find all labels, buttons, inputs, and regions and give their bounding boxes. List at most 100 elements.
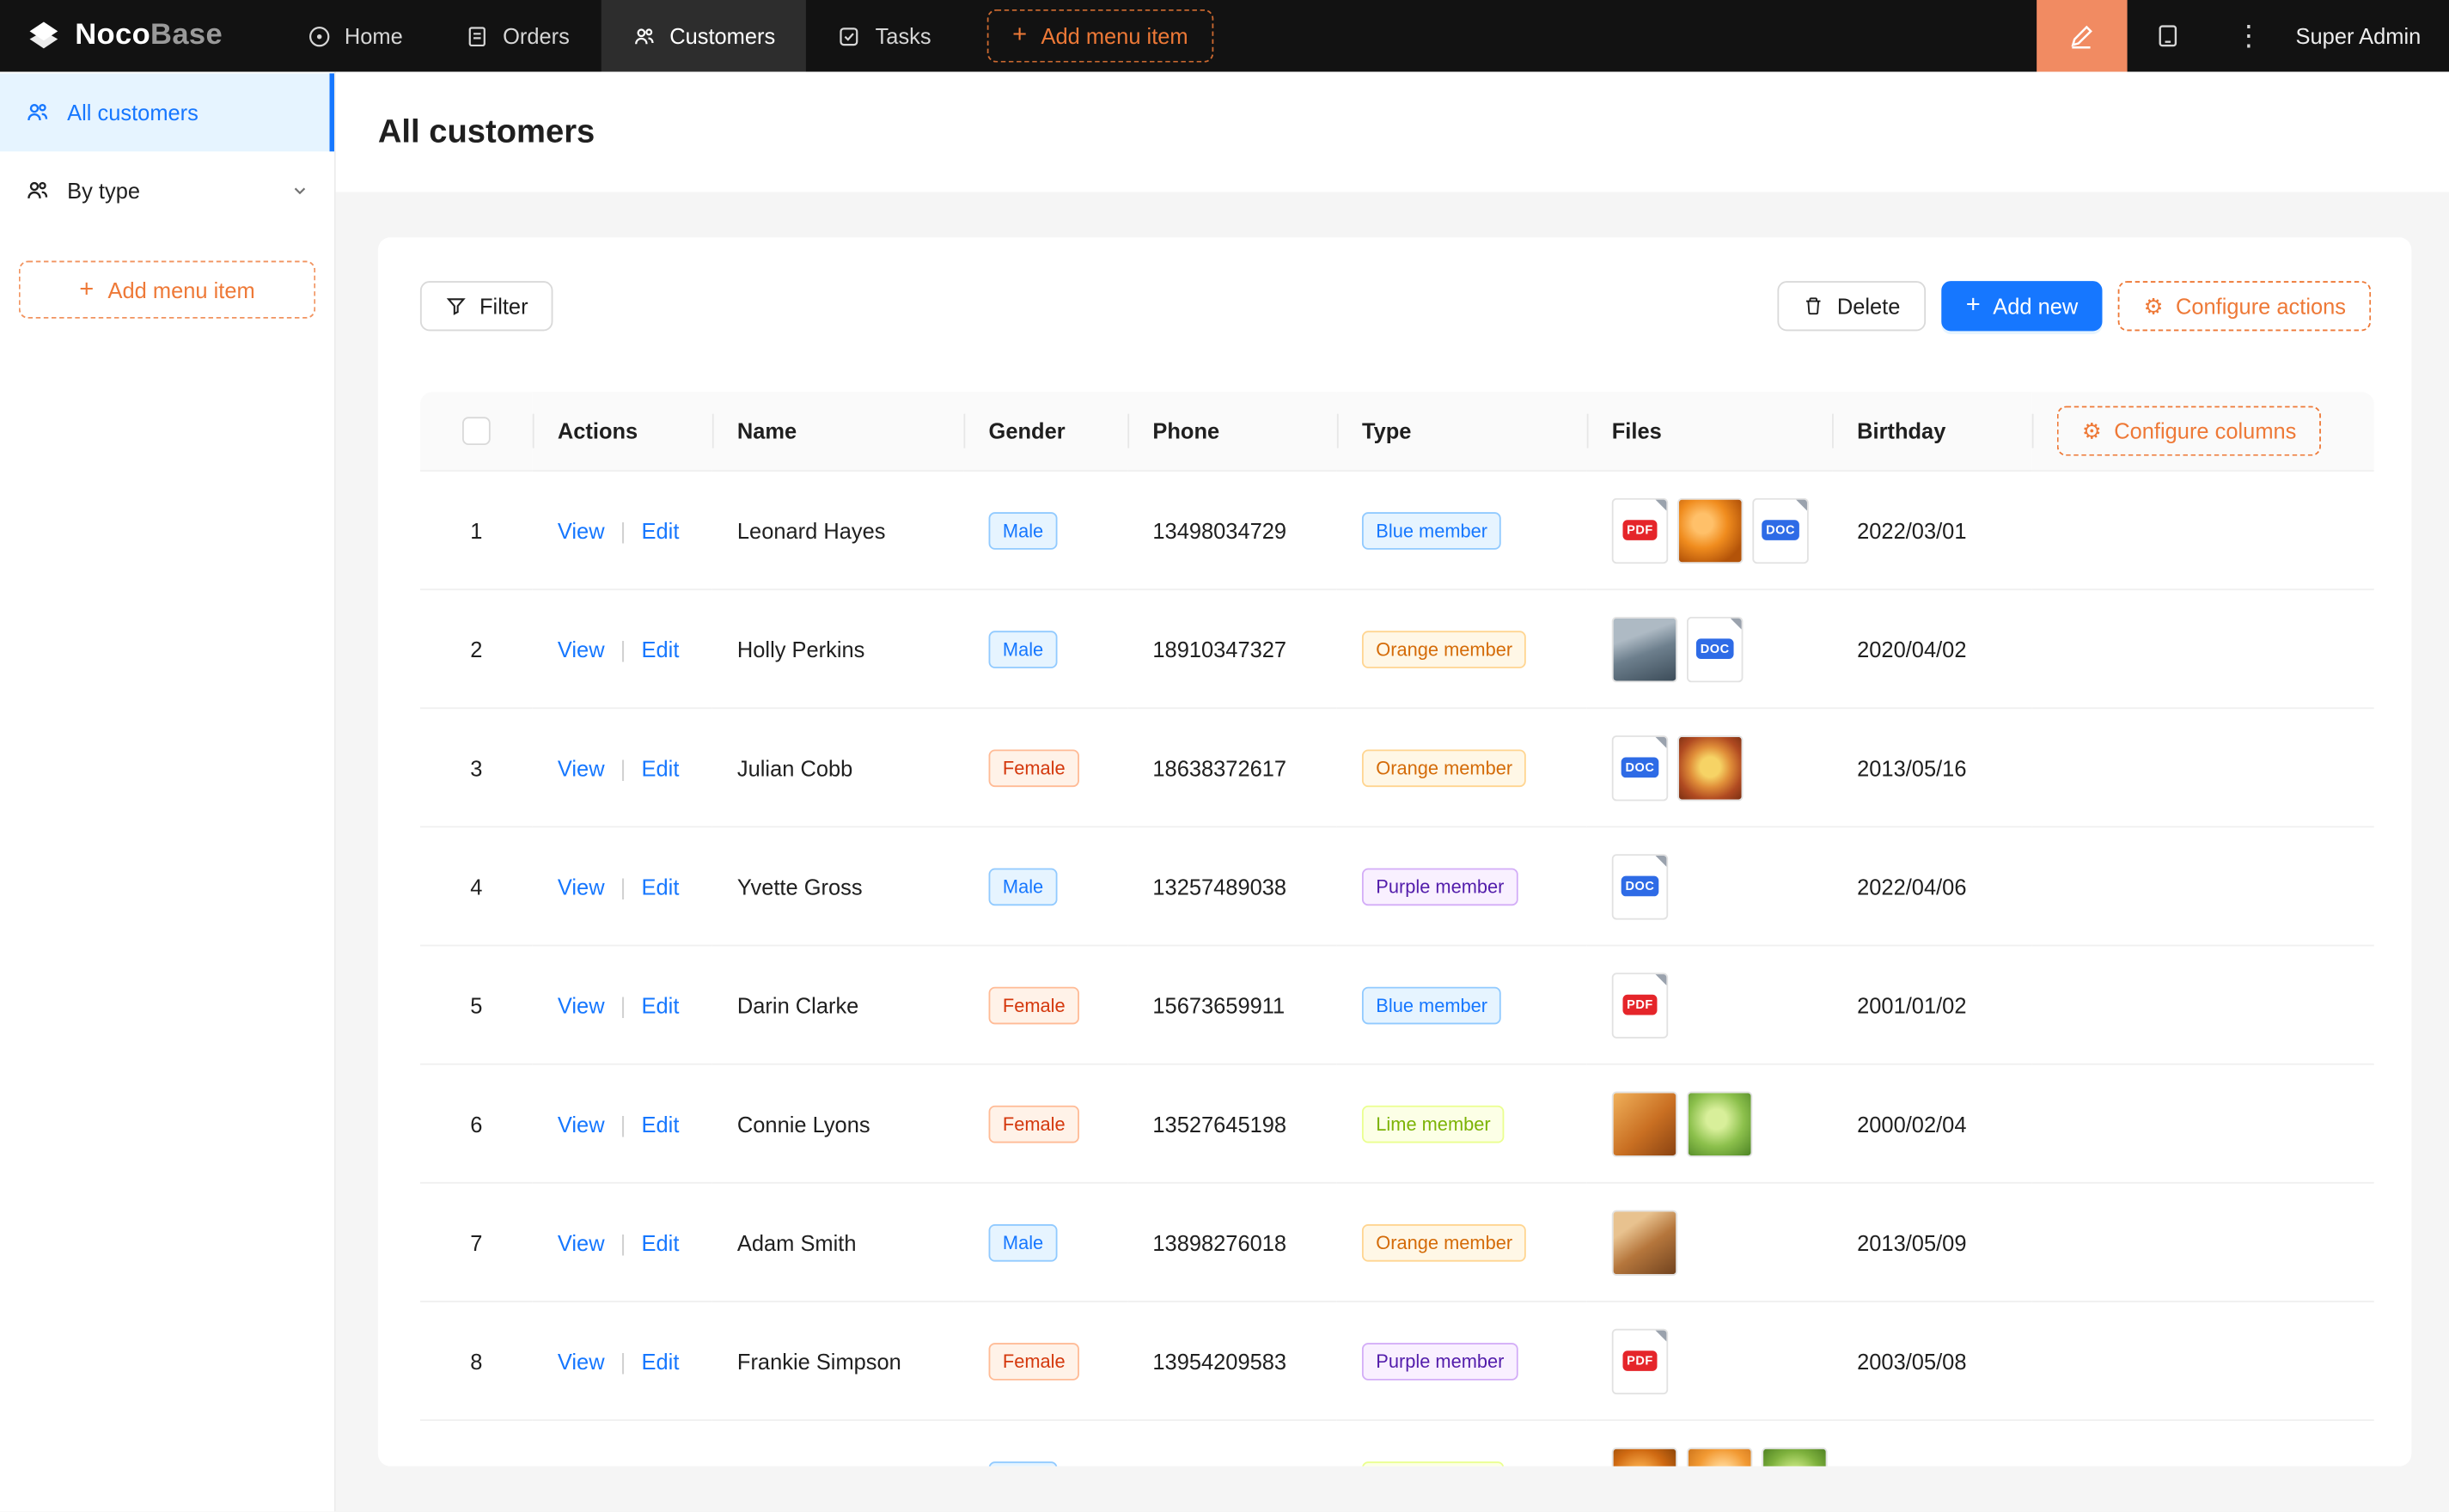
- add-menu-item-button[interactable]: + Add menu item: [987, 9, 1213, 63]
- customer-name: Julian Cobb: [737, 755, 852, 780]
- ui-editor-button[interactable]: [2037, 0, 2127, 72]
- doc-file-icon[interactable]: DOC: [1612, 853, 1668, 918]
- name-cell: Adam Smith: [712, 1184, 964, 1302]
- file-list: PDF DOC: [1612, 497, 1807, 563]
- content-card: Filter Delete + Add new ⚙ Co: [378, 237, 2412, 1466]
- row-index: 7: [470, 1229, 482, 1254]
- pdf-file-icon[interactable]: PDF: [1612, 972, 1668, 1037]
- page-fold-icon: [1656, 1328, 1669, 1341]
- row-index-cell: 5: [420, 946, 533, 1064]
- delete-label: Delete: [1837, 294, 1901, 319]
- image-thumbnail[interactable]: [1762, 1447, 1827, 1466]
- tablet-icon-button[interactable]: [2127, 0, 2208, 72]
- image-thumbnail[interactable]: [1612, 1447, 1677, 1466]
- image-thumbnail[interactable]: [1677, 735, 1743, 800]
- doc-file-icon[interactable]: DOC: [1612, 735, 1668, 800]
- configure-actions-button[interactable]: ⚙ Configure actions: [2119, 281, 2372, 331]
- sidebar-add-menu-item-button[interactable]: + Add menu item: [19, 261, 315, 319]
- file-badge: PDF: [1622, 1350, 1658, 1371]
- pdf-file-icon[interactable]: PDF: [1612, 1328, 1668, 1393]
- actions-cell: View|Edit: [533, 1421, 712, 1466]
- tablet-icon: [2155, 23, 2180, 48]
- sidebar-item-all-customers[interactable]: All customers: [0, 73, 334, 151]
- row-index: 3: [470, 755, 482, 780]
- image-thumbnail[interactable]: [1687, 1091, 1752, 1156]
- file-badge: PDF: [1622, 520, 1658, 540]
- birthday-cell: 2000/02/03: [1832, 1421, 2032, 1466]
- add-new-label: Add new: [1993, 294, 2078, 319]
- table-row: 9View|EditRoderick AndrewsMale1886509274…: [420, 1421, 2374, 1466]
- birthday: 2013/05/16: [1857, 755, 1966, 780]
- filter-funnel-icon: [445, 296, 467, 317]
- configure-columns-button[interactable]: ⚙ Configure columns: [2057, 406, 2322, 456]
- action-separator: |: [620, 518, 626, 543]
- nav-item-tasks[interactable]: Tasks: [807, 0, 962, 72]
- birthday-cell: 2013/05/16: [1832, 709, 2032, 827]
- actions-cell: View|Edit: [533, 1184, 712, 1302]
- image-thumbnail[interactable]: [1612, 1210, 1677, 1275]
- sidebar-item-label: By type: [67, 178, 140, 203]
- gender-tag: Male: [989, 868, 1058, 905]
- edit-link[interactable]: Edit: [642, 1229, 680, 1254]
- view-link[interactable]: View: [558, 1111, 605, 1136]
- gender-cell: Male: [963, 472, 1127, 590]
- gender-cell: Female: [963, 946, 1127, 1064]
- delete-button[interactable]: Delete: [1778, 281, 1926, 331]
- birthday-cell: 2003/05/08: [1832, 1302, 2032, 1421]
- column-header-phone: Phone: [1127, 392, 1337, 472]
- edit-link[interactable]: Edit: [642, 1111, 680, 1136]
- edit-link[interactable]: Edit: [642, 1348, 680, 1373]
- view-link[interactable]: View: [558, 992, 605, 1017]
- type-tag: Purple member: [1362, 1342, 1518, 1380]
- page-fold-icon: [1656, 853, 1669, 866]
- edit-link[interactable]: Edit: [642, 755, 680, 780]
- user-menu[interactable]: Super Admin: [2296, 23, 2422, 48]
- doc-file-icon[interactable]: DOC: [1752, 497, 1808, 563]
- gear-icon: ⚙: [2144, 296, 2164, 317]
- view-link[interactable]: View: [558, 874, 605, 899]
- actions-cell: View|Edit: [533, 1065, 712, 1184]
- nav-item-orders[interactable]: Orders: [434, 0, 601, 72]
- nav-item-label: Customers: [669, 23, 775, 48]
- page-header: All customers: [336, 72, 2449, 192]
- edit-link[interactable]: Edit: [642, 874, 680, 899]
- name-cell: Holly Perkins: [712, 590, 964, 709]
- table-toolbar: Filter Delete + Add new ⚙ Co: [420, 281, 2371, 331]
- image-thumbnail[interactable]: [1677, 497, 1743, 563]
- nocobase-logo[interactable]: NocoBase: [25, 17, 223, 55]
- customer-name: Holly Perkins: [737, 637, 865, 662]
- edit-link[interactable]: Edit: [642, 518, 680, 543]
- config-cell: [2032, 1065, 2374, 1184]
- config-cell: [2032, 472, 2374, 590]
- view-link[interactable]: View: [558, 755, 605, 780]
- more-menu-button[interactable]: ⋮: [2208, 0, 2290, 72]
- filter-button[interactable]: Filter: [420, 281, 553, 331]
- select-all-checkbox[interactable]: [462, 418, 491, 446]
- birthday-cell: 2000/02/04: [1832, 1065, 2032, 1184]
- add-new-button[interactable]: + Add new: [1941, 281, 2104, 331]
- view-link[interactable]: View: [558, 1348, 605, 1373]
- page-fold-icon: [1656, 972, 1669, 985]
- image-thumbnail[interactable]: [1612, 616, 1677, 681]
- phone-number: 13898276018: [1152, 1229, 1286, 1254]
- edit-link[interactable]: Edit: [642, 992, 680, 1017]
- image-thumbnail[interactable]: [1687, 1447, 1752, 1466]
- image-thumbnail[interactable]: [1612, 1091, 1677, 1156]
- doc-file-icon[interactable]: DOC: [1687, 616, 1743, 681]
- nav-item-customers[interactable]: Customers: [601, 0, 806, 72]
- row-index-cell: 4: [420, 827, 533, 946]
- view-link[interactable]: View: [558, 1229, 605, 1254]
- gender-cell: Female: [963, 1302, 1127, 1421]
- nav-item-home[interactable]: Home: [276, 0, 434, 72]
- actions-cell: View|Edit: [533, 827, 712, 946]
- row-index-cell: 7: [420, 1184, 533, 1302]
- edit-link[interactable]: Edit: [642, 637, 680, 662]
- pdf-file-icon[interactable]: PDF: [1612, 497, 1668, 563]
- phone-number: 15673659911: [1152, 992, 1285, 1017]
- view-link[interactable]: View: [558, 518, 605, 543]
- action-separator: |: [620, 637, 626, 662]
- phone-number: 18638372617: [1152, 755, 1286, 780]
- view-link[interactable]: View: [558, 637, 605, 662]
- sidebar-item-by-type[interactable]: By type: [0, 151, 334, 229]
- config-cell: [2032, 827, 2374, 946]
